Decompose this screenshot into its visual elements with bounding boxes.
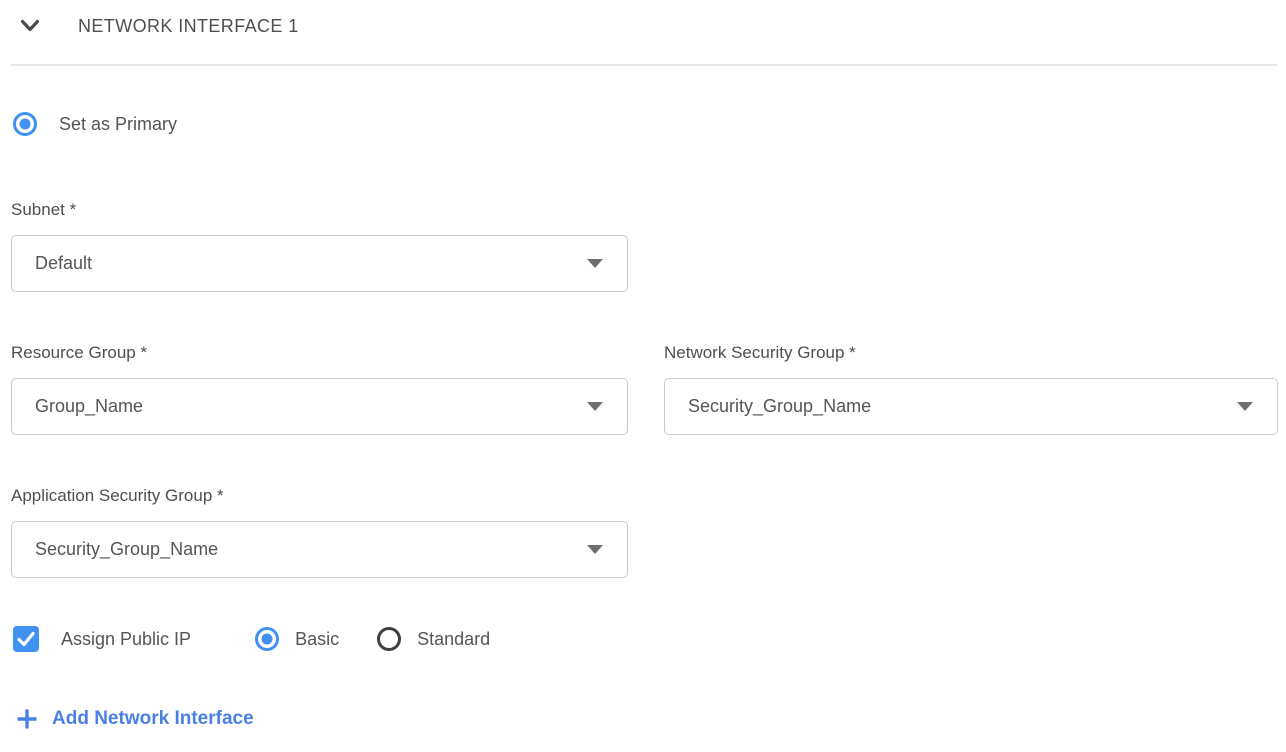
panel-title: NETWORK INTERFACE 1: [78, 16, 299, 37]
subnet-label: Subnet *: [11, 199, 1277, 221]
standard-radio[interactable]: Standard: [377, 627, 490, 651]
resource-group-label: Resource Group *: [11, 342, 628, 364]
application-security-group-selected-value: Security_Group_Name: [35, 539, 218, 560]
basic-radio[interactable]: Basic: [255, 627, 339, 651]
network-security-group-field: Network Security Group * Security_Group_…: [664, 342, 1278, 435]
application-security-group-label: Application Security Group *: [11, 485, 1277, 507]
network-security-group-label: Network Security Group *: [664, 342, 1278, 364]
section-divider: [11, 64, 1277, 66]
resource-group-field: Resource Group * Group_Name: [11, 342, 628, 435]
panel-header: NETWORK INTERFACE 1: [10, 12, 1277, 40]
network-security-group-selected-value: Security_Group_Name: [688, 396, 871, 417]
add-network-interface-button[interactable]: Add Network Interface: [16, 708, 254, 730]
resource-group-selected-value: Group_Name: [35, 396, 143, 417]
set-as-primary-radio[interactable]: Set as Primary: [13, 112, 177, 136]
radio-unselected-icon: [377, 627, 401, 651]
caret-down-icon: [1237, 402, 1253, 411]
add-network-interface-label: Add Network Interface: [52, 708, 254, 730]
application-security-group-field: Application Security Group * Security_Gr…: [10, 485, 1277, 578]
subnet-selected-value: Default: [35, 253, 92, 274]
set-as-primary-label: Set as Primary: [59, 114, 177, 135]
plus-icon: [16, 708, 38, 730]
network-interface-panel: NETWORK INTERFACE 1 Set as Primary Subne…: [0, 0, 1286, 735]
resource-group-select[interactable]: Group_Name: [11, 378, 628, 435]
application-security-group-select[interactable]: Security_Group_Name: [11, 521, 628, 578]
public-ip-options-row: Assign Public IP Basic Standard: [10, 626, 1277, 652]
chevron-down-icon[interactable]: [20, 19, 40, 33]
assign-public-ip-label: Assign Public IP: [61, 629, 191, 650]
checkbox-checked-icon: [13, 626, 39, 652]
radio-selected-icon: [255, 627, 279, 651]
caret-down-icon: [587, 402, 603, 411]
basic-label: Basic: [295, 629, 339, 650]
assign-public-ip-checkbox[interactable]: Assign Public IP: [13, 626, 191, 652]
standard-label: Standard: [417, 629, 490, 650]
subnet-field: Subnet * Default: [10, 199, 1277, 292]
caret-down-icon: [587, 545, 603, 554]
radio-selected-icon: [13, 112, 37, 136]
network-security-group-select[interactable]: Security_Group_Name: [664, 378, 1278, 435]
subnet-select[interactable]: Default: [11, 235, 628, 292]
caret-down-icon: [587, 259, 603, 268]
